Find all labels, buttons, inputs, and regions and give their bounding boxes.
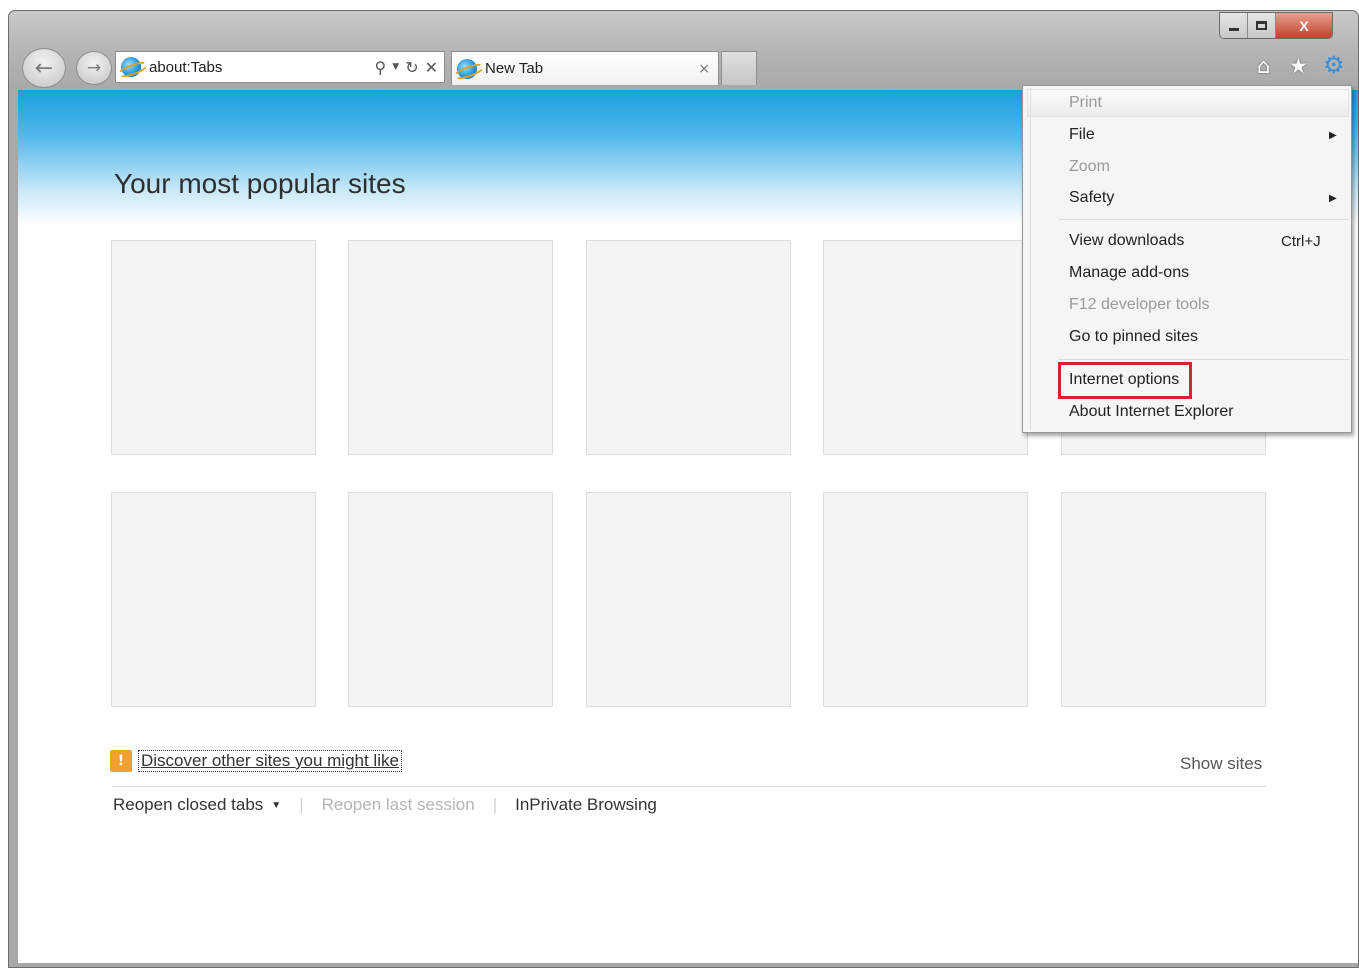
menu-item-file[interactable]: File	[1069, 126, 1095, 144]
inprivate-browsing-link[interactable]: InPrivate Browsing	[515, 795, 657, 815]
stop-icon[interactable]: ✕	[425, 58, 438, 77]
window-caption-buttons: X	[1219, 12, 1333, 39]
tab-close-icon[interactable]: ×	[698, 61, 710, 77]
bottom-links: Reopen closed tabs ▼ | Reopen last sessi…	[113, 795, 657, 815]
close-icon: X	[1299, 17, 1309, 34]
tab-label: New Tab	[485, 60, 544, 77]
refresh-icon[interactable]: ↻	[405, 58, 418, 77]
divider	[112, 786, 1266, 787]
show-sites-link[interactable]: Show sites	[1180, 754, 1262, 774]
menu-item-pinned-sites[interactable]: Go to pinned sites	[1069, 328, 1198, 346]
menu-item-safety[interactable]: Safety	[1069, 189, 1114, 207]
ie-logo-icon	[121, 57, 141, 77]
site-tile[interactable]	[348, 240, 553, 455]
tab-new-tab[interactable]: New Tab ×	[451, 51, 719, 85]
back-arrow-icon: ←	[34, 55, 54, 81]
ie-logo-icon	[457, 58, 477, 79]
maximize-icon	[1256, 21, 1267, 30]
menu-gutter	[1030, 88, 1031, 430]
forward-arrow-icon: →	[86, 58, 102, 78]
shortcut-label: Ctrl+J	[1281, 233, 1321, 250]
site-tile[interactable]	[1061, 492, 1266, 707]
favorites-star-icon[interactable]: ★	[1289, 54, 1308, 78]
menu-separator	[1059, 359, 1349, 360]
minimize-icon	[1228, 28, 1239, 31]
site-tile[interactable]	[586, 240, 791, 455]
site-tile[interactable]	[823, 240, 1028, 455]
discover-row: ! Discover other sites you might like	[110, 750, 402, 772]
search-icon[interactable]: ⚲	[375, 58, 387, 77]
separator: |	[299, 795, 304, 814]
highlight-box	[1058, 362, 1192, 399]
tools-menu: Print File ▶ Zoom Safety ▶ View download…	[1022, 85, 1352, 433]
site-tile[interactable]	[586, 492, 791, 707]
close-button[interactable]: X	[1276, 13, 1332, 38]
menu-separator	[1059, 219, 1349, 220]
submenu-arrow-icon: ▶	[1329, 193, 1337, 204]
chevron-down-icon[interactable]: ▼	[271, 800, 281, 811]
forward-button[interactable]: →	[76, 51, 112, 85]
page-title: Your most popular sites	[114, 168, 406, 199]
dropdown-icon[interactable]: ▼	[392, 62, 399, 72]
menu-item-f12-tools[interactable]: F12 developer tools	[1069, 296, 1210, 314]
new-tab-button[interactable]	[721, 51, 757, 85]
menu-item-about-ie[interactable]: About Internet Explorer	[1069, 403, 1234, 421]
menu-item-manage-addons[interactable]: Manage add-ons	[1069, 264, 1189, 282]
site-tile[interactable]	[823, 492, 1028, 707]
menu-item-zoom[interactable]: Zoom	[1069, 158, 1110, 176]
maximize-button[interactable]	[1248, 13, 1276, 38]
lightbulb-icon: !	[110, 750, 132, 772]
site-tile[interactable]	[111, 492, 316, 707]
reopen-closed-tabs-link[interactable]: Reopen closed tabs	[113, 795, 263, 815]
site-tile[interactable]	[348, 492, 553, 707]
separator: |	[492, 795, 498, 814]
reopen-last-session-link: Reopen last session	[321, 795, 475, 814]
minimize-button[interactable]	[1220, 13, 1248, 38]
address-text[interactable]: about:Tabs	[149, 59, 375, 76]
discover-sites-link[interactable]: Discover other sites you might like	[138, 750, 402, 772]
back-button[interactable]: ←	[22, 48, 66, 88]
menu-item-view-downloads[interactable]: View downloads	[1069, 232, 1184, 250]
address-bar[interactable]: about:Tabs ⚲ ▼ ↻ ✕	[115, 51, 445, 83]
tools-gear-icon[interactable]: ⚙	[1323, 51, 1345, 79]
site-tile[interactable]	[111, 240, 316, 455]
menu-item-print[interactable]: Print	[1069, 94, 1102, 112]
submenu-arrow-icon: ▶	[1329, 130, 1337, 141]
home-icon[interactable]: ⌂	[1257, 54, 1270, 78]
